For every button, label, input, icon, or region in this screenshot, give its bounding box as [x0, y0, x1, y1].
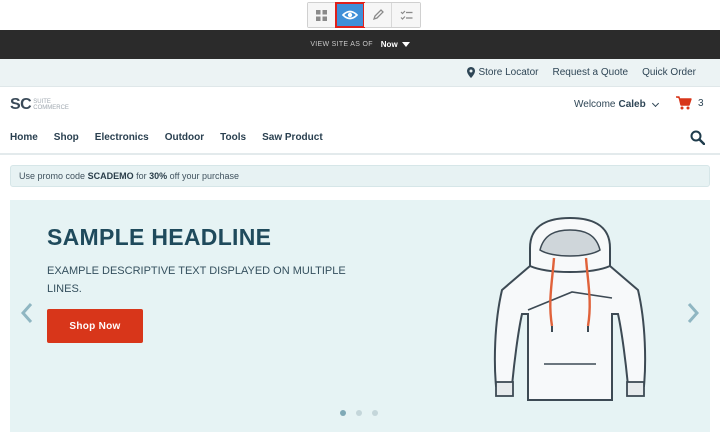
editor-button-group — [307, 2, 421, 28]
shop-now-button[interactable]: Shop Now — [47, 309, 143, 343]
editor-toolbar — [0, 0, 720, 30]
promo-banner: Use promo code SCADEMO for 30% off your … — [10, 165, 710, 187]
carousel-prev-button[interactable] — [20, 302, 34, 329]
utility-bar: Store Locator Request a Quote Quick Orde… — [0, 59, 720, 87]
grid-icon — [316, 9, 327, 21]
nav-item-tools[interactable]: Tools — [220, 132, 246, 143]
quick-order-link[interactable]: Quick Order — [642, 67, 696, 78]
welcome-text: Welcome — [574, 99, 616, 110]
account-menu[interactable]: Welcome Caleb — [574, 99, 659, 110]
carousel-next-button[interactable] — [686, 302, 700, 329]
caret-down-icon[interactable] — [401, 42, 410, 47]
cart-count: 3 — [698, 97, 704, 109]
hoodie-image — [493, 216, 647, 401]
main-nav: Home Shop Electronics Outdoor Tools Saw … — [0, 123, 720, 155]
promo-middle: for — [136, 171, 147, 181]
logo-mark: SC — [10, 96, 32, 113]
eye-icon — [341, 10, 358, 20]
hero-carousel: SAMPLE HEADLINE EXAMPLE DESCRIPTIVE TEXT… — [10, 200, 710, 432]
nav-item-electronics[interactable]: Electronics — [95, 132, 149, 143]
hero-headline: SAMPLE HEADLINE — [47, 224, 272, 250]
promo-discount: 30% — [149, 171, 168, 181]
edit-button[interactable] — [364, 3, 392, 27]
site-logo[interactable]: SC SUITE COMMERCE — [10, 96, 69, 114]
search-icon — [690, 130, 706, 146]
nav-items: Home Shop Electronics Outdoor Tools Saw … — [10, 132, 323, 143]
promo-suffix: off your purchase — [169, 171, 240, 181]
view-date-selector[interactable]: Now — [381, 40, 398, 49]
pencil-icon — [372, 9, 384, 21]
hero-description: EXAMPLE DESCRIPTIVE TEXT DISPLAYED ON MU… — [47, 265, 346, 295]
nav-item-saw-product[interactable]: Saw Product — [262, 132, 323, 143]
logo-line-2: COMMERCE — [33, 105, 69, 111]
promo-prefix: Use promo code — [19, 171, 86, 181]
grid-view-button[interactable] — [308, 3, 336, 27]
carousel-indicators — [340, 410, 378, 416]
carousel-dot-1[interactable] — [340, 410, 346, 416]
utility-links: Store Locator Request a Quote Quick Orde… — [467, 67, 696, 78]
carousel-dot-2[interactable] — [356, 410, 362, 416]
nav-item-home[interactable]: Home — [10, 132, 38, 143]
checklist-button[interactable] — [392, 3, 420, 27]
nav-item-shop[interactable]: Shop — [54, 132, 79, 143]
view-site-label: VIEW SITE AS OF — [310, 41, 373, 48]
checklist-icon — [400, 10, 412, 20]
carousel-dot-3[interactable] — [372, 410, 378, 416]
user-name: Caleb — [618, 99, 646, 110]
promo-code: SCADEMO — [87, 171, 134, 181]
nav-item-outdoor[interactable]: Outdoor — [165, 132, 204, 143]
map-pin-icon — [467, 67, 476, 78]
chevron-right-icon — [687, 303, 700, 323]
site-header: SC SUITE COMMERCE Welcome Caleb 3 — [0, 87, 720, 123]
store-locator-label: Store Locator — [478, 67, 539, 78]
request-quote-link[interactable]: Request a Quote — [552, 67, 628, 78]
logo-subtitle: SUITE COMMERCE — [33, 99, 69, 111]
cart-icon — [676, 96, 692, 110]
view-site-as-of-bar: VIEW SITE AS OF Now — [0, 30, 720, 59]
chevron-down-icon — [651, 99, 659, 107]
search-button[interactable] — [690, 130, 706, 150]
cart-button[interactable]: 3 — [676, 96, 704, 110]
store-locator-link[interactable]: Store Locator — [467, 67, 538, 78]
preview-button[interactable] — [335, 2, 365, 28]
chevron-left-icon — [20, 303, 33, 323]
